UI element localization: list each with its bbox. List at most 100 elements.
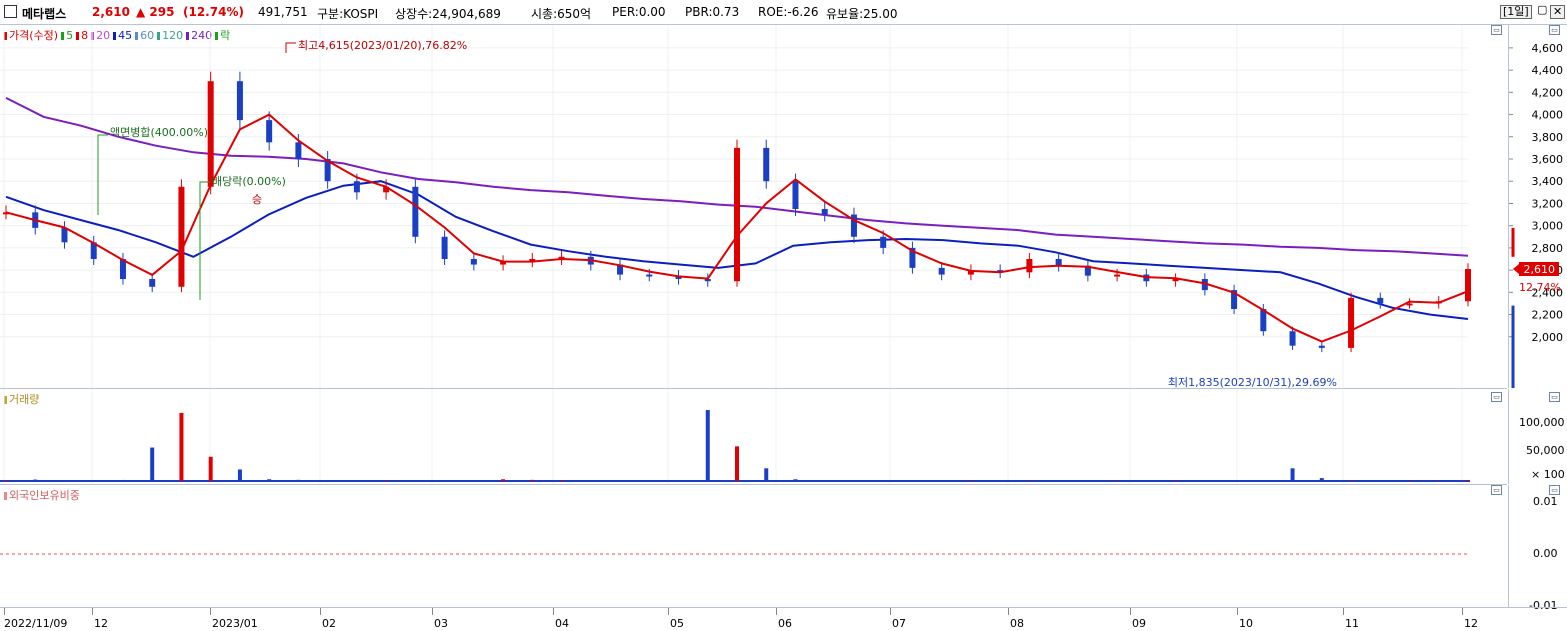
price-tick: 3,600 <box>1532 153 1564 166</box>
volume-bar <box>735 446 739 481</box>
foreign-tick-top: 0.01 <box>1533 495 1558 508</box>
volume-unit: × 100 <box>1531 468 1565 481</box>
maximize-icon[interactable]: ▢ <box>1535 4 1549 16</box>
volume-bar <box>296 480 300 481</box>
volume-bar <box>706 410 710 481</box>
volume-axis: 100,000 50,000 × 100 ▭ <box>1508 389 1567 484</box>
candle-body <box>1290 331 1296 345</box>
price-axis: 4,6004,4004,2004,0003,8003,6003,4003,200… <box>1508 25 1567 388</box>
volume-bar <box>92 480 96 481</box>
volume-bar <box>355 480 359 481</box>
dividend-annotation: 배당락(0.00%) <box>212 175 286 188</box>
roe-value: ROE:-6.26 <box>758 5 818 19</box>
candle-body <box>792 181 798 209</box>
candle-body <box>208 81 214 187</box>
volume-bar <box>560 480 564 481</box>
x-tick-9: 08 <box>1010 617 1024 630</box>
foreign-axis-minimize-icon[interactable]: ▭ <box>1549 485 1560 495</box>
volume-tick-50000: 50,000 <box>1526 444 1565 457</box>
x-tick-mark <box>1237 608 1238 615</box>
volume-bar <box>1349 480 1353 481</box>
x-tick-6: 05 <box>670 617 684 630</box>
volume-bar <box>267 479 271 481</box>
x-tick-mark <box>320 608 321 615</box>
volume-bar <box>1261 480 1265 481</box>
volume-bar <box>1174 480 1178 481</box>
price-change: ▲ 295 <box>136 5 174 19</box>
x-tick-mark <box>4 608 5 615</box>
volume-bar <box>179 413 183 481</box>
market-type: 구분:KOSPI <box>317 5 378 22</box>
volume-bar <box>764 468 768 481</box>
volume-bar <box>1232 480 1236 481</box>
x-tick-mark <box>92 608 93 615</box>
candle-body <box>763 148 769 181</box>
volume-value: 491,751 <box>258 5 308 19</box>
volume-bar <box>62 480 66 481</box>
x-tick-mark <box>1462 608 1463 615</box>
price-tick: 2,800 <box>1532 242 1564 255</box>
volume-bar <box>501 479 505 481</box>
candle-body <box>1056 259 1062 266</box>
volume-bar <box>852 480 856 481</box>
x-tick-12: 11 <box>1345 617 1359 630</box>
price-chart-area[interactable]: 최고4,615(2023/01/20),76.82% 최저1,835(2023/1… <box>0 25 1507 388</box>
candle-body <box>1114 275 1120 277</box>
candle-body <box>178 187 184 287</box>
x-tick-11: 10 <box>1239 617 1253 630</box>
x-tick-0: 2022/11/09 <box>4 617 67 630</box>
x-tick-mark <box>1130 608 1131 615</box>
x-tick-mark <box>1008 608 1009 615</box>
candle-body <box>237 81 243 120</box>
volume-bar <box>326 480 330 481</box>
volume-bar <box>33 480 37 481</box>
listed-shares: 상장수:24,904,689 <box>395 5 501 22</box>
candle-body <box>1377 298 1383 304</box>
low-annotation: 최저1,835(2023/10/31),29.69% <box>1168 376 1337 388</box>
volume-bar <box>238 469 242 481</box>
price-tick: 2,200 <box>1532 309 1564 322</box>
candle-body <box>61 228 67 242</box>
volume-bar <box>823 480 827 481</box>
candle-body <box>939 268 945 275</box>
candle-body <box>149 279 155 287</box>
volume-tick-100000: 100,000 <box>1519 416 1565 429</box>
x-tick-mark <box>776 608 777 615</box>
x-tick-10: 09 <box>1132 617 1146 630</box>
high-annotation: 최고4,615(2023/01/20),76.82% <box>298 39 467 52</box>
price-change-pct: (12.74%) <box>183 5 244 19</box>
axis-minimize-icon[interactable]: ▭ <box>1549 25 1560 35</box>
volume-chart-area[interactable] <box>0 389 1507 484</box>
stock-info-bar: 메타랩스 2,610 ▲ 295 (12.74%) 491,751 구분:KOS… <box>0 0 1567 25</box>
volume-bar <box>589 480 593 481</box>
candle-body <box>880 237 886 248</box>
x-tick-mark <box>1343 608 1344 615</box>
price-tick: 2,000 <box>1532 331 1564 344</box>
x-tick-8: 07 <box>892 617 906 630</box>
volume-bar <box>793 479 797 481</box>
volume-axis-minimize-icon[interactable]: ▭ <box>1549 392 1560 402</box>
candle-body <box>822 209 828 215</box>
foreign-minimize-icon[interactable]: ▭ <box>1491 485 1502 495</box>
candle-body <box>1465 269 1471 301</box>
volume-bar <box>881 480 885 481</box>
candle-body <box>1026 259 1032 272</box>
x-axis: 2022/11/09122023/01020304050607080910111… <box>0 607 1567 631</box>
foreign-chart-area[interactable] <box>0 485 1507 607</box>
price-tick: 4,600 <box>1532 42 1564 55</box>
panel-minimize-icon[interactable]: ▭ <box>1491 25 1502 35</box>
close-icon[interactable]: ✕ <box>1550 5 1565 19</box>
volume-minimize-icon[interactable]: ▭ <box>1491 392 1502 402</box>
volume-bar <box>1291 468 1295 481</box>
x-tick-mark <box>890 608 891 615</box>
price-tick: 4,200 <box>1532 86 1564 99</box>
select-checkbox[interactable] <box>4 5 17 18</box>
price-tick: 4,400 <box>1532 64 1564 77</box>
x-tick-2: 2023/01 <box>212 617 258 630</box>
period-button[interactable]: [1일] <box>1500 5 1532 19</box>
market-cap: 시총:650억 <box>531 5 591 22</box>
volume-bar <box>121 480 125 481</box>
x-tick-4: 03 <box>434 617 448 630</box>
x-tick-mark <box>553 608 554 615</box>
split-annotation: 액면병합(400.00%) <box>110 126 208 139</box>
